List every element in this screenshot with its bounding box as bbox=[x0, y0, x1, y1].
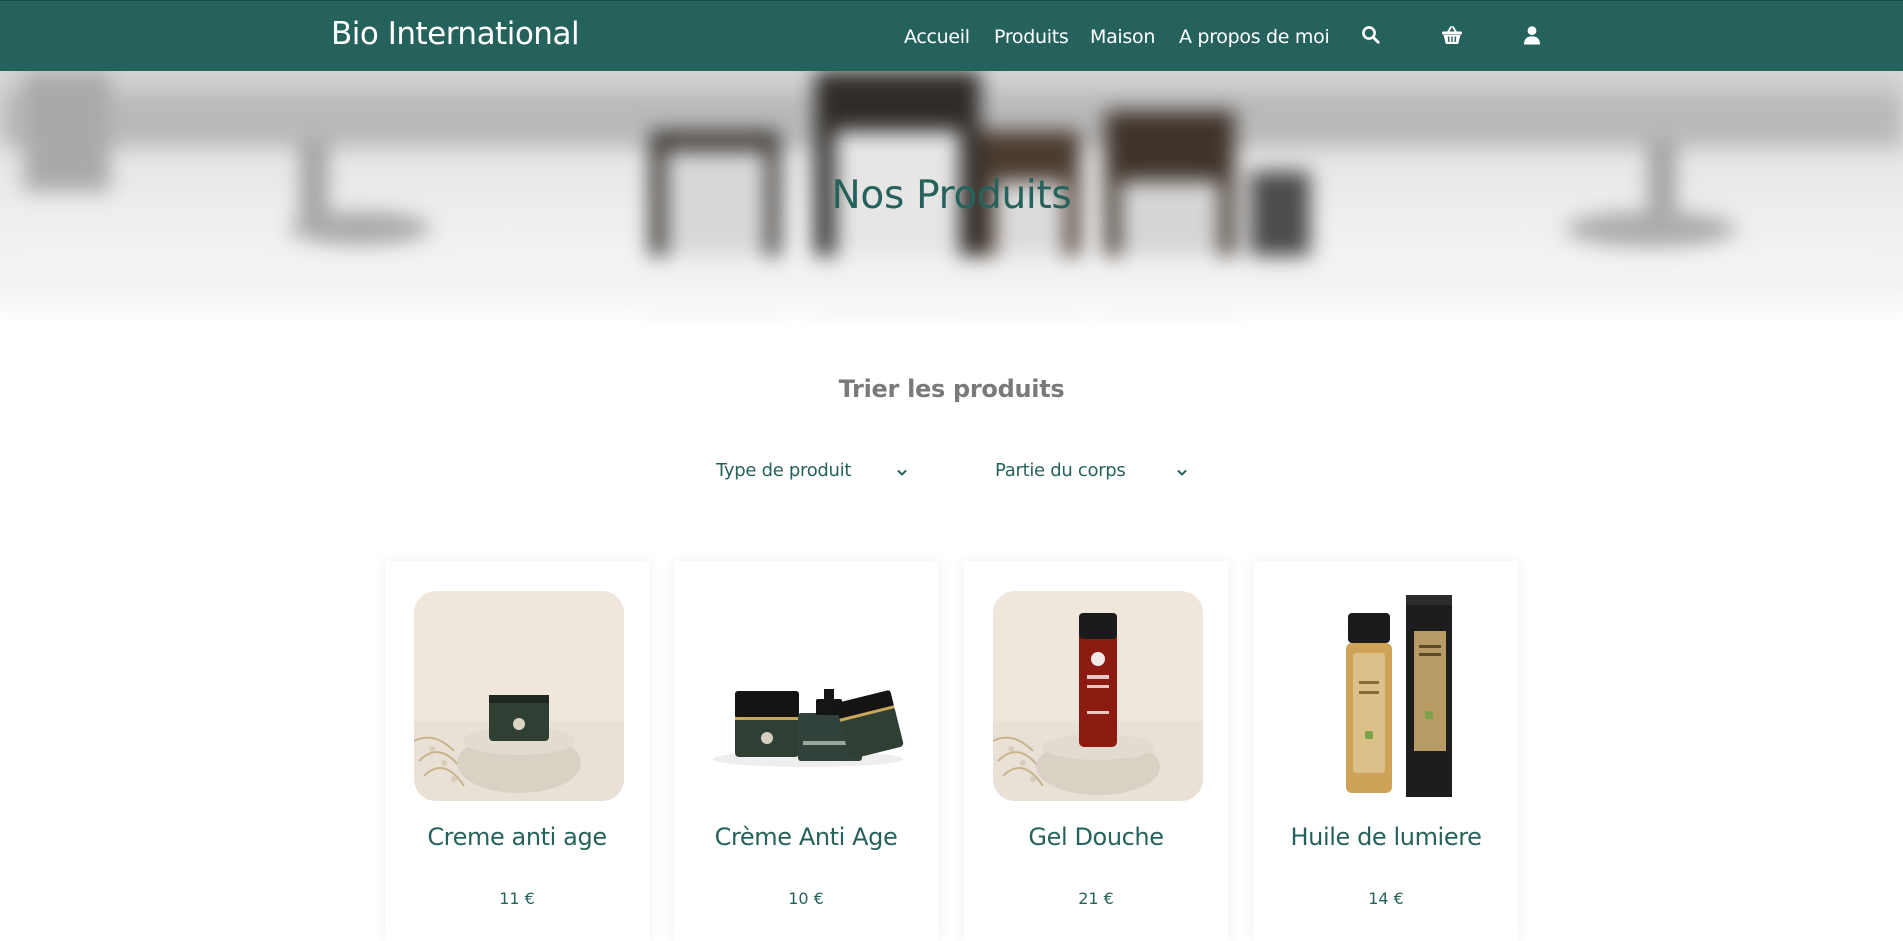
brand-logo[interactable]: Bio International bbox=[331, 16, 579, 52]
product-image-light-oil[interactable] bbox=[1283, 591, 1493, 801]
filter-body-part-label: Partie du corps bbox=[995, 460, 1126, 481]
filter-product-type-select[interactable]: Type de produit bbox=[716, 455, 910, 485]
product-price: 21 € bbox=[964, 889, 1228, 908]
search-icon[interactable] bbox=[1361, 25, 1383, 47]
filter-product-type-label: Type de produit bbox=[716, 460, 851, 481]
page-title: Nos Produits bbox=[0, 173, 1903, 218]
user-icon[interactable] bbox=[1522, 25, 1544, 47]
site-header: Bio International Accueil Produits Maiso… bbox=[0, 0, 1903, 71]
product-name[interactable]: Gel Douche bbox=[964, 823, 1228, 851]
nav-maison[interactable]: Maison bbox=[1090, 26, 1155, 48]
nav-a-propos[interactable]: A propos de moi bbox=[1179, 26, 1329, 48]
product-price: 14 € bbox=[1254, 889, 1518, 908]
product-name[interactable]: Creme anti age bbox=[385, 823, 649, 851]
product-image-jar[interactable] bbox=[414, 591, 624, 801]
filter-body-part-select[interactable]: Partie du corps bbox=[995, 455, 1189, 485]
sort-title: Trier les produits bbox=[0, 375, 1903, 403]
product-name[interactable]: Crème Anti Age bbox=[674, 823, 938, 851]
product-price: 11 € bbox=[385, 889, 649, 908]
product-card[interactable]: Crème Anti Age 10 € bbox=[674, 561, 938, 941]
product-card[interactable]: Gel Douche 21 € bbox=[964, 561, 1228, 941]
product-image-anti-age-set[interactable] bbox=[703, 591, 913, 801]
chevron-down-icon bbox=[896, 463, 908, 475]
chevron-down-icon bbox=[1176, 463, 1188, 475]
product-price: 10 € bbox=[674, 889, 938, 908]
hero-banner: Nos Produits bbox=[0, 71, 1903, 325]
product-name[interactable]: Huile de lumiere bbox=[1254, 823, 1518, 851]
product-card[interactable]: Creme anti age 11 € bbox=[385, 561, 649, 941]
product-card[interactable]: Huile de lumiere 14 € bbox=[1254, 561, 1518, 941]
nav-accueil[interactable]: Accueil bbox=[904, 26, 970, 48]
nav-produits[interactable]: Produits bbox=[994, 26, 1068, 48]
basket-icon[interactable] bbox=[1441, 25, 1463, 47]
product-image-shower-gel[interactable] bbox=[993, 591, 1203, 801]
hero-fade bbox=[0, 285, 1903, 325]
